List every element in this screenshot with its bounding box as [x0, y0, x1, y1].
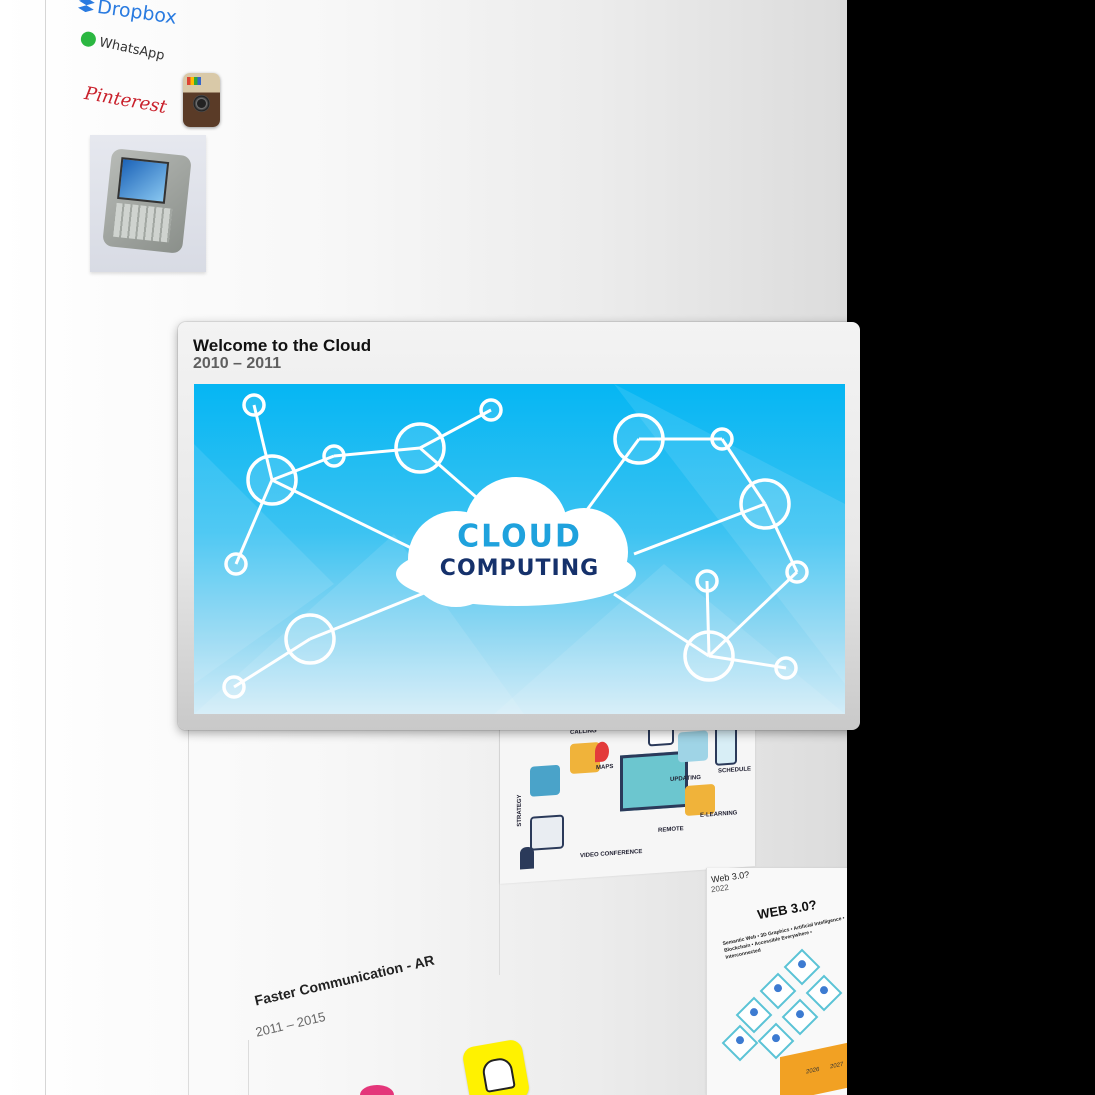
- cloud-computing-image[interactable]: CLOUD COMPUTING: [194, 384, 845, 714]
- web3-diamond-icon: [757, 1022, 795, 1060]
- label-video-conference: VIDEO CONFERENCE: [580, 848, 643, 860]
- dropbox-logo: Dropbox: [77, 0, 178, 29]
- dropbox-icon: [78, 0, 96, 13]
- faster-communication-title[interactable]: Faster Communication - AR: [253, 952, 436, 1009]
- map-pin-icon: [595, 741, 609, 763]
- chess-piece-icon: [520, 846, 534, 870]
- snapchat-icon: [461, 1038, 531, 1095]
- faster-communication-dates: 2011 – 2015: [254, 1008, 327, 1040]
- connector-line: [188, 730, 189, 1095]
- whatsapp-label: WhatsApp: [97, 35, 166, 64]
- event-card-welcome-to-the-cloud[interactable]: Welcome to the Cloud 2010 – 2011 CLOUD C…: [178, 322, 860, 730]
- timeline-rail: [45, 0, 46, 1095]
- phone-keyboard: [113, 202, 173, 243]
- dropbox-label: Dropbox: [95, 0, 179, 29]
- checklist-icon: [715, 724, 737, 766]
- timeline-year: 2027: [830, 1061, 844, 1071]
- phone-body: [102, 148, 192, 254]
- web3-subtitle: Semantic Web • 3D Graphics • Artificial …: [722, 915, 846, 961]
- instagram-icon: [183, 73, 220, 127]
- label-maps: MAPS: [596, 763, 614, 772]
- label-schedule: SCHEDULE: [718, 766, 752, 775]
- timeline-year: 2026: [806, 1066, 820, 1076]
- computing-text: COMPUTING: [439, 556, 600, 581]
- web3-year: 2022: [710, 882, 730, 895]
- smartphone-thumbnail[interactable]: [90, 135, 206, 272]
- web3-title: WEB 3.0?: [756, 896, 818, 923]
- label-strategy: STRATEGY: [517, 794, 524, 827]
- presentation-icon: [530, 764, 560, 797]
- label-remote: REMOTE: [658, 826, 684, 834]
- web3-diamond-icon: [759, 972, 797, 1010]
- calendar-icon: [530, 814, 564, 851]
- cloud-sync-icon: [678, 730, 708, 763]
- whatsapp-icon: [79, 30, 98, 49]
- app-icon-partial: [360, 1085, 394, 1095]
- pinterest-logo: Pinterest: [83, 83, 168, 118]
- connector-line: [248, 1040, 249, 1095]
- pinterest-label: Pinterest: [82, 82, 169, 119]
- web3-diamond-icon: [781, 998, 819, 1036]
- instagram-stripes: [187, 77, 201, 85]
- card-dates: 2010 – 2011: [193, 355, 282, 372]
- label-e-learning: E-LEARNING: [700, 810, 738, 819]
- phone-screen: [117, 157, 170, 204]
- whatsapp-logo: WhatsApp: [79, 30, 166, 64]
- cloud-text: CLOUD: [457, 518, 582, 555]
- snapchat-ghost: [480, 1056, 516, 1093]
- web3-diamond-icon: [783, 948, 821, 986]
- web3-diamond-icon: [805, 974, 843, 1012]
- card-title: Welcome to the Cloud: [193, 336, 372, 355]
- black-background: [847, 0, 1095, 1095]
- instagram-lens: [193, 95, 210, 112]
- web3-small-title: Web 3.0?: [710, 869, 750, 885]
- label-updating: UPDATING: [670, 774, 701, 784]
